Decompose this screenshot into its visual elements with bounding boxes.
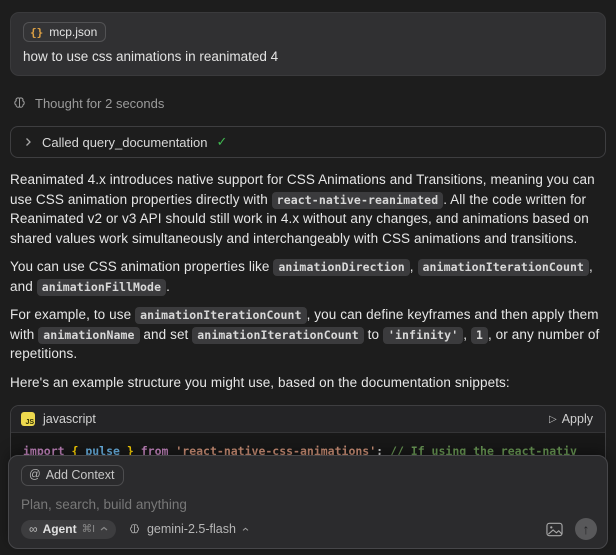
code-block-header: JS javascript ▷ Apply	[11, 406, 605, 433]
composer-panel[interactable]: @ Add Context Plan, search, build anythi…	[8, 455, 608, 549]
composer-input[interactable]: Plan, search, build anything	[21, 497, 595, 512]
chevron-up-icon	[100, 526, 108, 532]
chevron-right-icon	[23, 137, 33, 147]
assistant-paragraph: For example, to use animationIterationCo…	[10, 305, 606, 364]
inline-code-chip: animationName	[38, 327, 139, 344]
code-language-label: javascript	[43, 412, 96, 426]
inline-code-chip: animationIterationCount	[192, 327, 364, 344]
check-icon: ✓	[217, 134, 228, 150]
inline-code-chip: animationIterationCount	[135, 307, 307, 324]
inline-code-chip: 'infinity'	[383, 327, 463, 344]
context-file-name: mcp.json	[49, 25, 97, 39]
apply-label: Apply	[562, 412, 593, 426]
braces-icon: {}	[30, 26, 43, 39]
model-label: gemini-2.5-flash	[147, 522, 236, 536]
apply-button[interactable]: ▷ Apply	[549, 412, 593, 426]
infinity-icon: ∞	[29, 523, 38, 535]
add-context-button[interactable]: @ Add Context	[21, 465, 124, 486]
mode-label: Agent	[43, 522, 77, 536]
mode-shortcut: ⌘I	[82, 523, 95, 535]
inline-code-chip: animationDirection	[273, 259, 409, 276]
add-context-label: Add Context	[46, 468, 115, 482]
inline-code-chip: 1	[471, 327, 488, 344]
assistant-paragraphs: Reanimated 4.x introduces native support…	[10, 170, 606, 392]
chat-pane: {} mcp.json how to use css animations in…	[0, 0, 616, 504]
at-icon: @	[29, 469, 41, 481]
inline-code-chip: react-native-reanimated	[272, 192, 444, 209]
play-icon: ▷	[549, 414, 557, 425]
context-file-chip[interactable]: {} mcp.json	[23, 22, 106, 42]
brain-icon	[12, 96, 27, 111]
assistant-paragraph: Reanimated 4.x introduces native support…	[10, 170, 606, 248]
brain-icon-small	[128, 523, 141, 536]
inline-code-chip: animationIterationCount	[418, 259, 590, 276]
chevron-up-icon	[242, 527, 249, 532]
assistant-paragraph: Here's an example structure you might us…	[10, 373, 606, 393]
inline-code-chip: animationFillMode	[37, 279, 166, 296]
send-button[interactable]: ↑	[575, 518, 597, 540]
composer-toolbar: ∞ Agent ⌘I gemini-2.5-flash	[21, 518, 597, 540]
thought-label: Thought for 2 seconds	[35, 96, 164, 111]
user-message-card[interactable]: {} mcp.json how to use css animations in…	[10, 12, 606, 76]
assistant-paragraph: You can use CSS animation properties lik…	[10, 257, 606, 296]
mode-selector[interactable]: ∞ Agent ⌘I	[21, 520, 116, 539]
attach-image-button[interactable]	[546, 522, 563, 537]
tool-call-label: Called query_documentation	[42, 135, 208, 150]
user-message-text: how to use css animations in reanimated …	[23, 49, 593, 64]
model-selector[interactable]: gemini-2.5-flash	[128, 522, 249, 536]
arrow-up-icon: ↑	[583, 522, 590, 536]
javascript-icon: JS	[21, 412, 35, 426]
thought-summary[interactable]: Thought for 2 seconds	[12, 96, 604, 111]
tool-call-card[interactable]: Called query_documentation ✓	[10, 126, 606, 158]
